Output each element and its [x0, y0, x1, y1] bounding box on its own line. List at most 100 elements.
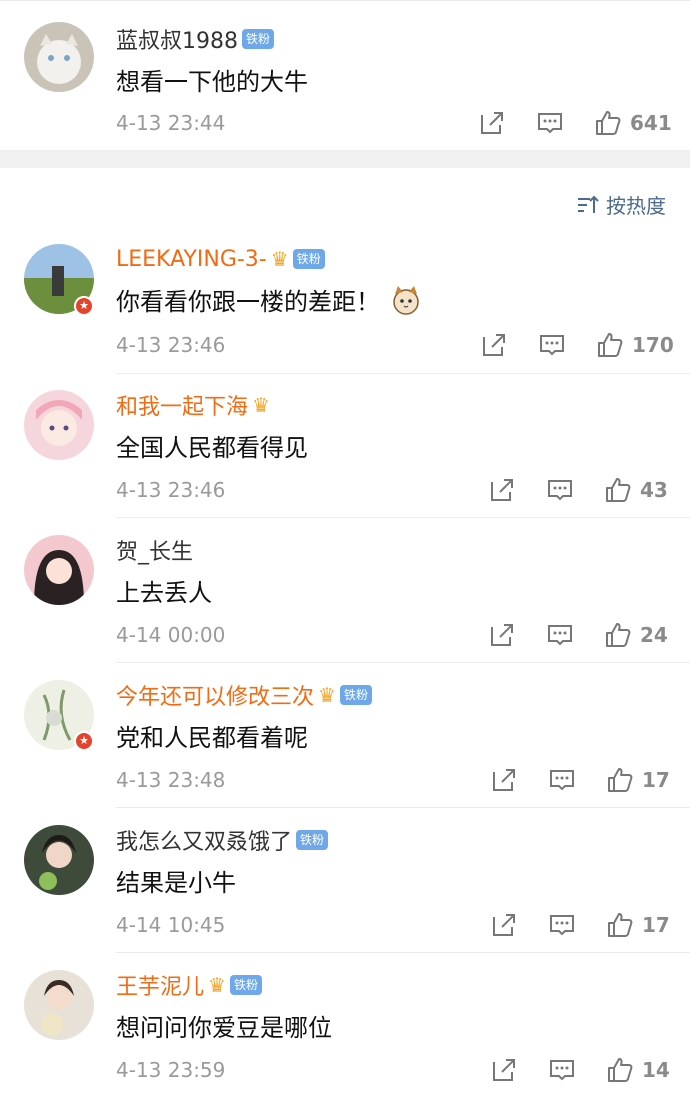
avatar[interactable]: [24, 390, 94, 460]
comment-text: 结果是小牛: [116, 863, 236, 898]
fan-badge: 铁粉: [296, 830, 329, 850]
share-icon: [493, 914, 515, 936]
username-row: 蓝叔叔1988 铁粉: [116, 23, 275, 55]
comment-icon: [550, 1060, 574, 1081]
comment-icon: [550, 915, 574, 936]
username[interactable]: LEEKAYING-3-: [116, 247, 267, 272]
comment-text: 上去丢人: [116, 573, 212, 608]
comment-button[interactable]: [548, 1055, 576, 1085]
username[interactable]: 今年还可以修改三次: [116, 679, 314, 711]
share-icon: [483, 334, 505, 356]
comment-text-content: 党和人民都看着呢: [116, 724, 308, 752]
crown-icon: ♛: [252, 393, 270, 417]
divider: [116, 373, 690, 374]
sort-icon: [578, 195, 599, 213]
username-row: 王芋泥儿 ♛ 铁粉: [116, 970, 262, 1000]
share-icon: [493, 769, 515, 791]
comment-button[interactable]: [546, 475, 574, 505]
divider: [116, 662, 690, 663]
avatar[interactable]: [24, 825, 94, 895]
username-row: 我怎么又双叒饿了 铁粉: [116, 824, 329, 856]
share-button[interactable]: [490, 910, 518, 940]
avatar[interactable]: [24, 535, 94, 605]
crown-icon: ♛: [208, 973, 226, 997]
fan-badge: 铁粉: [229, 975, 262, 995]
comment-text: 全国人民都看得见: [116, 428, 308, 463]
timestamp: 4-13 23:46: [116, 333, 226, 357]
thumbs-up-icon: [598, 333, 623, 357]
comment-button[interactable]: [548, 765, 576, 795]
username[interactable]: 贺_长生: [116, 534, 193, 566]
comment-icon: [548, 480, 572, 501]
timestamp: 4-13 23:46: [116, 478, 226, 502]
comment-text-content: 想看一下他的大牛: [116, 68, 308, 96]
like-button[interactable]: 17: [606, 910, 670, 940]
share-button[interactable]: [488, 620, 516, 650]
verified-badge-icon: ★: [74, 296, 94, 316]
crown-icon: ♛: [270, 247, 289, 271]
like-count: 641: [630, 111, 672, 135]
thumbs-up-icon: [596, 111, 621, 135]
fan-badge: 铁粉: [339, 685, 372, 705]
timestamp: 4-13 23:44: [116, 111, 226, 135]
share-button[interactable]: [490, 1055, 518, 1085]
avatar[interactable]: [24, 22, 94, 92]
share-button[interactable]: [478, 108, 506, 138]
comment-button[interactable]: [546, 620, 574, 650]
username[interactable]: 蓝叔叔1988: [116, 23, 238, 55]
comment-icon: [540, 335, 564, 356]
comment-text-content: 你看看你跟一楼的差距！: [116, 288, 380, 316]
top-divider: [0, 0, 690, 1]
thumbs-up-icon: [608, 913, 633, 937]
comment-icon: [548, 625, 572, 646]
verified-badge-icon: ★: [74, 731, 94, 751]
comment-button[interactable]: [548, 910, 576, 940]
comment-icon: [538, 113, 562, 134]
like-button[interactable]: 17: [606, 765, 670, 795]
share-icon: [491, 624, 513, 646]
username[interactable]: 王芋泥儿: [116, 969, 204, 1001]
thumbs-up-icon: [608, 1058, 633, 1082]
like-button[interactable]: 24: [604, 620, 668, 650]
share-icon: [491, 479, 513, 501]
fan-badge: 铁粉: [292, 249, 325, 269]
timestamp: 4-14 10:45: [116, 913, 226, 937]
timestamp: 4-13 23:48: [116, 768, 226, 792]
like-count: 170: [632, 333, 674, 357]
like-button[interactable]: 43: [604, 475, 668, 505]
like-button[interactable]: 14: [606, 1055, 670, 1085]
timestamp: 4-13 23:59: [116, 1058, 226, 1082]
username-row: 今年还可以修改三次 ♛ 铁粉: [116, 680, 372, 710]
crown-icon: ♛: [318, 683, 336, 707]
username-row: 和我一起下海 ♛: [116, 390, 270, 420]
thumbs-up-icon: [608, 768, 633, 792]
avatar[interactable]: [24, 970, 94, 1040]
comment-text: 你看看你跟一楼的差距！: [116, 282, 422, 317]
comment-button[interactable]: [536, 108, 564, 138]
like-button[interactable]: 641: [594, 108, 672, 138]
username[interactable]: 和我一起下海: [116, 389, 248, 421]
like-count: 14: [642, 1058, 670, 1082]
like-button[interactable]: 170: [596, 330, 674, 360]
thumbs-up-icon: [606, 478, 631, 502]
share-button[interactable]: [490, 765, 518, 795]
cat-emoji-icon: [393, 285, 419, 315]
username[interactable]: 我怎么又双叒饿了: [116, 824, 292, 856]
comment-text-content: 结果是小牛: [116, 869, 236, 897]
timestamp: 4-14 00:00: [116, 623, 226, 647]
like-count: 24: [640, 623, 668, 647]
thumbs-up-icon: [606, 623, 631, 647]
sort-button[interactable]: 按热度: [576, 190, 666, 219]
divider: [116, 952, 690, 953]
comment-text-content: 上去丢人: [116, 579, 212, 607]
like-count: 17: [642, 913, 670, 937]
share-button[interactable]: [488, 475, 516, 505]
share-button[interactable]: [480, 330, 508, 360]
comment-text: 党和人民都看着呢: [116, 718, 308, 753]
divider: [116, 517, 690, 518]
sort-label: 按热度: [606, 194, 666, 218]
section-divider: [0, 150, 690, 168]
comment-text-content: 想问问你爱豆是哪位: [116, 1014, 332, 1042]
comment-button[interactable]: [538, 330, 566, 360]
fan-badge: 铁粉: [242, 29, 275, 49]
